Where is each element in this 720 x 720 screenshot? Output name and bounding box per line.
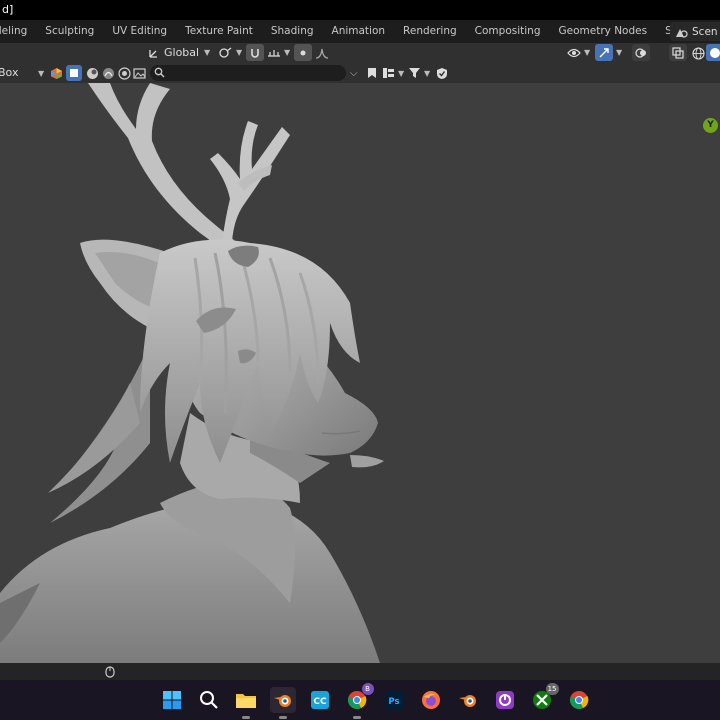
window-title-bar: d] <box>0 0 720 20</box>
image-texture-icon[interactable] <box>131 65 147 81</box>
xray-toggle-button[interactable] <box>669 44 687 61</box>
scene-selector[interactable]: Scen <box>670 22 720 41</box>
xbox-button[interactable]: 15 <box>529 683 559 713</box>
filter-funnel-icon[interactable] <box>406 65 422 81</box>
search-input[interactable] <box>150 65 346 81</box>
chrome-button[interactable] <box>566 687 592 713</box>
navigation-gizmo-y-axis[interactable]: Y <box>703 118 718 133</box>
tab-uv-editing[interactable]: UV Editing <box>103 20 176 43</box>
square-select-icon <box>70 69 78 77</box>
viewport-header-filters: Box ▼ ⌵ ▼ ▼ <box>0 63 720 83</box>
chrome-badge: B <box>361 683 374 695</box>
overlays-icon <box>635 47 646 58</box>
scene-name: Scen <box>692 25 718 38</box>
chevron-down-icon: ▼ <box>204 48 211 57</box>
gizmo-arrow-icon <box>599 47 609 57</box>
app-purple-icon <box>495 691 514 709</box>
vertex-select-button[interactable] <box>66 65 82 81</box>
3d-viewport[interactable]: Y <box>0 83 720 663</box>
visibility-eye-icon[interactable] <box>566 45 582 61</box>
blender-icon <box>458 695 476 707</box>
wireframe-shading-icon[interactable] <box>690 45 706 61</box>
svg-text:Ps: Ps <box>388 697 399 707</box>
falloff-curve-icon[interactable] <box>314 45 330 61</box>
chevron-down-icon: ▼ <box>236 48 243 57</box>
mouse-icon <box>105 666 115 678</box>
firefox-icon <box>421 691 440 709</box>
viewport-header-tools: Global ▼ ▼ ▼ ▼ ▼ <box>0 43 720 63</box>
bookmark-icon[interactable] <box>364 65 380 81</box>
overlays-toggle-button[interactable] <box>632 44 650 61</box>
search-icon <box>154 67 165 78</box>
sculpt-model <box>0 83 384 663</box>
xray-icon <box>672 46 684 59</box>
xbox-badge: 15 <box>545 683 559 695</box>
scene-icon <box>676 28 688 38</box>
chevron-down-icon: ▼ <box>284 48 291 57</box>
blender-icon <box>273 695 291 707</box>
proportional-editing-button[interactable] <box>294 44 312 61</box>
tab-sculpting[interactable]: Sculpting <box>36 20 103 43</box>
chevron-down-icon: ▼ <box>616 48 623 57</box>
pivot-point-icon[interactable] <box>218 45 234 61</box>
windows-logo-icon <box>162 691 181 709</box>
material-sphere-icon[interactable] <box>100 65 116 81</box>
shading-sphere-icon[interactable] <box>84 65 100 81</box>
file-explorer-button[interactable] <box>233 687 259 719</box>
folder-icon <box>235 694 256 708</box>
sort-options-icon[interactable] <box>380 65 396 81</box>
gizmo-toggle-button[interactable] <box>595 44 613 61</box>
svg-text:CC: CC <box>313 697 327 707</box>
tab-geometry-nodes[interactable]: Geometry Nodes <box>550 20 657 43</box>
os-taskbar: CC B Ps 15 <box>0 680 720 720</box>
shield-check-icon[interactable] <box>434 65 450 81</box>
tab-compositing[interactable]: Compositing <box>466 20 550 43</box>
snap-increment-icon[interactable] <box>266 45 282 61</box>
world-sphere-icon[interactable] <box>116 65 132 81</box>
chrome-icon <box>569 691 588 709</box>
clip-studio-icon: CC <box>310 691 329 709</box>
clip-studio-button[interactable]: CC <box>307 687 333 713</box>
proportional-dot-icon <box>300 50 306 55</box>
snap-toggle-button[interactable] <box>246 44 264 61</box>
taskbar-search-button[interactable] <box>196 687 222 713</box>
chevron-down-icon: ▼ <box>38 69 45 78</box>
firefox-button[interactable] <box>418 687 444 713</box>
status-bar <box>0 663 720 680</box>
solid-sphere-icon <box>710 47 720 58</box>
tab-modeling[interactable]: deling <box>0 20 36 43</box>
search-icon <box>199 691 218 709</box>
chevron-down-icon: ▼ <box>424 69 431 78</box>
solid-shading-button[interactable] <box>706 44 720 61</box>
photoshop-icon: Ps <box>384 691 403 709</box>
chrome-profile-button[interactable]: B <box>344 683 374 719</box>
transform-orientation-icon <box>146 45 162 61</box>
magnet-icon <box>251 48 259 58</box>
color-picker-icon[interactable] <box>48 65 64 81</box>
start-button[interactable] <box>159 687 185 713</box>
tab-rendering[interactable]: Rendering <box>394 20 466 43</box>
chevron-down-icon: ▼ <box>398 69 405 78</box>
select-mode-dropdown[interactable]: Box <box>0 66 18 79</box>
blender-taskbar-button[interactable] <box>269 687 296 719</box>
tab-texture-paint[interactable]: Texture Paint <box>176 20 262 43</box>
chevron-down-icon[interactable]: ⌵ <box>350 68 358 79</box>
obs-like-app-button[interactable] <box>492 687 518 713</box>
window-title: d] <box>2 3 14 16</box>
transform-orientation-dropdown[interactable]: Global <box>164 46 202 59</box>
blender-alt-button[interactable] <box>455 687 481 713</box>
workspace-tab-bar: deling Sculpting UV Editing Texture Pain… <box>0 20 720 43</box>
photoshop-button[interactable]: Ps <box>381 687 407 713</box>
chevron-down-icon: ▼ <box>584 48 591 57</box>
axis-label: Y <box>707 120 714 130</box>
tab-shading[interactable]: Shading <box>262 20 323 43</box>
tab-animation[interactable]: Animation <box>323 20 395 43</box>
